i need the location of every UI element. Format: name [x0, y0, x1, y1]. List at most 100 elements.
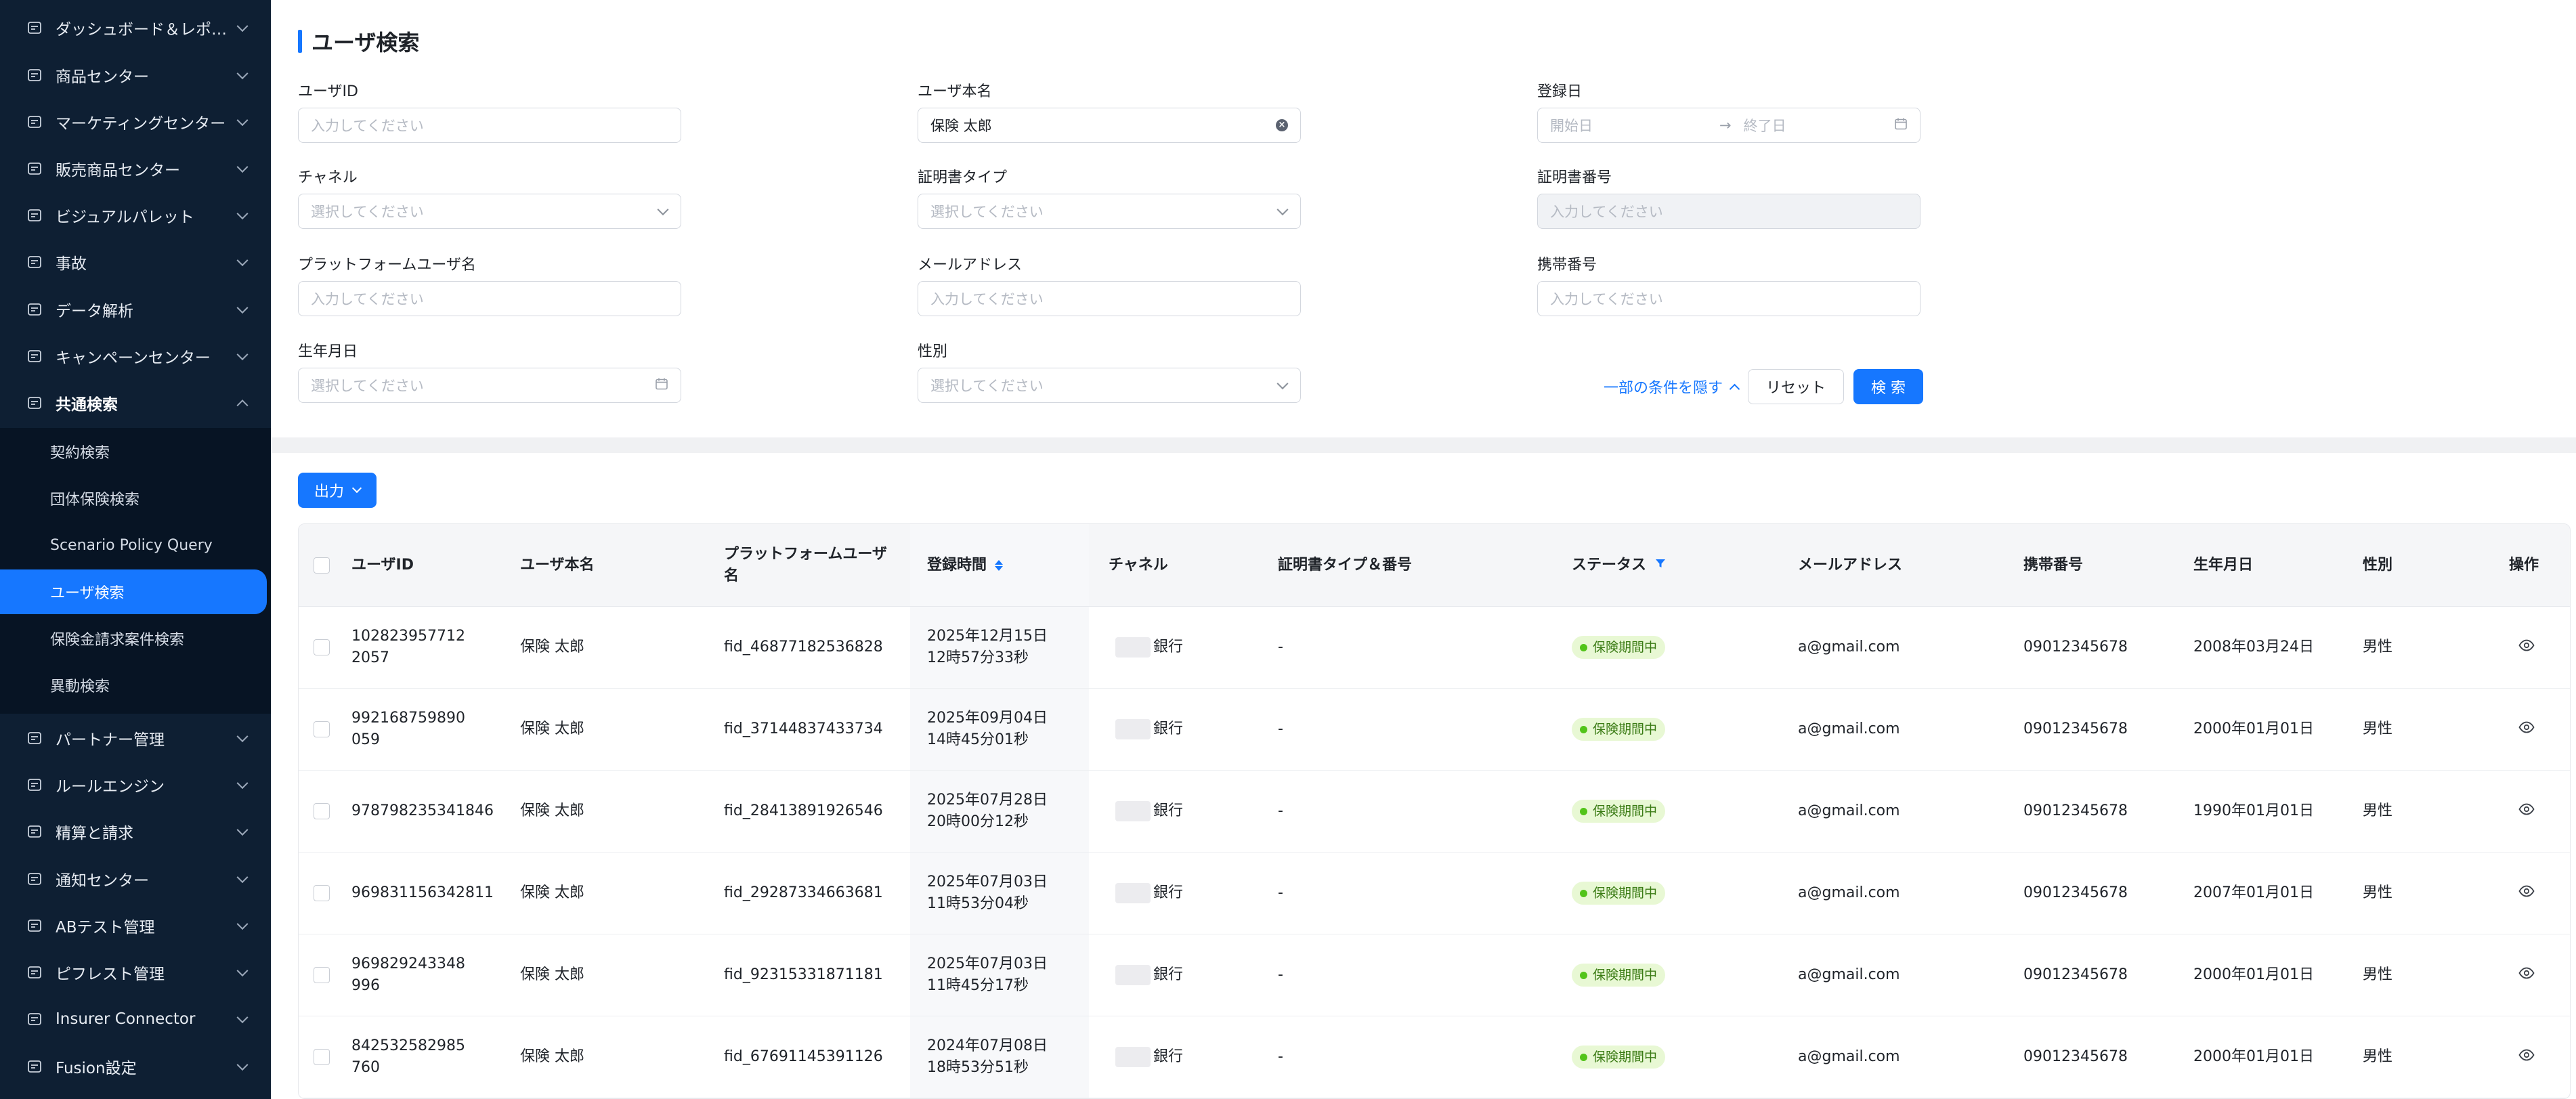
- cell-birthday: 2007年01月01日: [2193, 884, 2314, 901]
- birthday-date-picker[interactable]: 選択してください: [298, 368, 681, 403]
- gender-select[interactable]: 選択してください: [918, 368, 1301, 403]
- eye-icon[interactable]: [2518, 718, 2535, 740]
- sidebar-item-13[interactable]: ABテスト管理: [0, 902, 271, 949]
- row-checkbox[interactable]: [314, 721, 330, 737]
- sidebar-item-label: 精算と請求: [56, 824, 133, 842]
- eye-icon[interactable]: [2518, 964, 2535, 986]
- sidebar-item-11[interactable]: 精算と請求: [0, 808, 271, 855]
- sidebar-item-3[interactable]: 販売商品センター: [0, 145, 271, 192]
- analytics-icon: [26, 301, 43, 318]
- sidebar-item-label: キャンペーンセンター: [56, 349, 211, 367]
- sidebar-item-7[interactable]: キャンペーンセンター: [0, 332, 271, 379]
- sidebar-item-15[interactable]: Insurer Connector: [0, 995, 271, 1042]
- sales-product-icon: [26, 160, 43, 177]
- sidebar-item-16[interactable]: Fusion設定: [0, 1043, 271, 1090]
- results-panel: 出力 ユーザID ユーザ本名 プラットフォームユーザ名 登録時間 チャネル 証明…: [271, 453, 2576, 1099]
- th-birthday: 生年月日: [2193, 556, 2254, 574]
- th-email: メールアドレス: [1798, 556, 1903, 574]
- sidebar-item-0[interactable]: ダッシュボード＆レポ…: [0, 4, 271, 51]
- calendar-icon: [655, 377, 668, 394]
- search-button[interactable]: 検 索: [1853, 369, 1924, 404]
- row-checkbox[interactable]: [314, 1049, 330, 1065]
- connector-icon: [26, 1010, 43, 1028]
- field-user-name: ユーザ本名 保険 太郎 ×: [918, 82, 1301, 143]
- cert-no-input[interactable]: 入力してください: [1537, 194, 1920, 229]
- cell-user-id: 978798235341846: [351, 802, 494, 819]
- phone-input[interactable]: 入力してください: [1537, 281, 1920, 316]
- select-all-checkbox[interactable]: [314, 557, 330, 574]
- search-actions: 一部の条件を隠す リセット 検 索: [1604, 368, 1924, 406]
- cell-user-id: 1028239577122057: [351, 628, 465, 666]
- row-checkbox[interactable]: [314, 803, 330, 819]
- sidebar-item-label: ビジュアルパレット: [56, 208, 194, 226]
- eye-icon[interactable]: [2518, 800, 2535, 822]
- submenu-item-1[interactable]: 団体保険検索: [0, 476, 271, 521]
- cell-channel: 銀行: [1153, 802, 1184, 819]
- sidebar-item-14[interactable]: ピフレスト管理: [0, 949, 271, 995]
- submenu-item-2[interactable]: Scenario Policy Query: [0, 523, 271, 567]
- sidebar-item-1[interactable]: 商品センター: [0, 51, 271, 98]
- reset-button[interactable]: リセット: [1748, 369, 1845, 404]
- eye-icon[interactable]: [2518, 882, 2535, 904]
- submenu-item-5[interactable]: 異動検索: [0, 663, 271, 708]
- eye-icon[interactable]: [2518, 637, 2535, 658]
- sidebar-item-10[interactable]: ルールエンジン: [0, 761, 271, 808]
- eye-icon[interactable]: [2518, 1046, 2535, 1068]
- submenu-item-0[interactable]: 契約検索: [0, 429, 271, 474]
- search-doc-icon: [26, 394, 43, 412]
- sidebar-item-2[interactable]: マーケティングセンター: [0, 98, 271, 145]
- user-id-input[interactable]: 入力してください: [298, 108, 681, 143]
- cell-birthday: 2000年01月01日: [2193, 966, 2314, 983]
- row-checkbox[interactable]: [314, 885, 330, 901]
- cell-email: a@gmail.com: [1798, 1048, 1900, 1065]
- sidebar: ダッシュボード＆レポ… 商品センター マーケティングセンター 販売商品センタービジュア…: [0, 0, 271, 1099]
- cell-gender: 男性: [2363, 966, 2393, 983]
- toggle-conditions-link[interactable]: 一部の条件を隠す: [1604, 376, 1740, 397]
- status-dot: [1580, 971, 1587, 979]
- chevron-up-icon: [236, 399, 249, 411]
- sidebar-item-label: 共通検索: [56, 395, 118, 414]
- cert-type-select[interactable]: 選択してください: [918, 194, 1301, 229]
- reg-date-range-picker[interactable]: 開始日 → 終了日: [1537, 108, 1920, 143]
- status-badge: 保険期間中: [1572, 718, 1666, 741]
- sidebar-item-8[interactable]: 共通検索: [0, 379, 271, 426]
- sidebar-item-12[interactable]: 通知センター: [0, 855, 271, 902]
- cell-email: a@gmail.com: [1798, 639, 1900, 655]
- cell-cert: -: [1278, 720, 1283, 737]
- th-reg-time[interactable]: 登録時間: [927, 524, 1004, 606]
- filter-icon[interactable]: [1654, 555, 1667, 576]
- table-row: 969831156342811 保険 太郎 fid_29287334663681 20…: [299, 853, 2570, 934]
- clear-icon[interactable]: ×: [1276, 119, 1288, 131]
- sidebar-item-6[interactable]: データ解析: [0, 286, 271, 332]
- field-channel: チャネル 選択してください: [298, 168, 681, 229]
- sort-icon[interactable]: [995, 559, 1004, 571]
- masked-text: [1115, 801, 1151, 821]
- submenu-item-3[interactable]: ユーザ検索: [0, 569, 267, 614]
- user-name-input[interactable]: 保険 太郎 ×: [918, 108, 1301, 143]
- chevron-down-icon: [236, 67, 249, 79]
- cell-cert: -: [1278, 884, 1283, 901]
- submenu-item-4[interactable]: 保険金請求案件検索: [0, 616, 271, 661]
- field-gender: 性別 選択してください: [918, 342, 1301, 403]
- sidebar-item-9[interactable]: パートナー管理: [0, 714, 271, 761]
- cell-gender: 男性: [2363, 639, 2393, 655]
- chevron-down-icon: [236, 160, 249, 173]
- row-checkbox[interactable]: [314, 639, 330, 655]
- email-input[interactable]: 入力してください: [918, 281, 1301, 316]
- export-button[interactable]: 出力: [298, 473, 377, 508]
- channel-select[interactable]: 選択してください: [298, 194, 681, 229]
- row-checkbox[interactable]: [314, 967, 330, 983]
- cell-cert: -: [1278, 966, 1283, 983]
- table-row: 978798235341846 保険 太郎 fid_28413891926546 20…: [299, 771, 2570, 853]
- sidebar-item-5[interactable]: 事故: [0, 238, 271, 285]
- cell-platform-user: fid_29287334663681: [724, 884, 883, 901]
- platform-user-input[interactable]: 入力してください: [298, 281, 681, 316]
- partner-icon: [26, 729, 43, 747]
- sidebar-item-4[interactable]: ビジュアルパレット: [0, 192, 271, 238]
- cell-platform-user: fid_28413891926546: [724, 802, 883, 819]
- cell-email: a@gmail.com: [1798, 802, 1900, 819]
- status-dot: [1580, 643, 1587, 651]
- campaign-icon: [26, 347, 43, 365]
- main-content: ユーザ検索 ユーザID 入力してください ユーザ本名 保険 太郎 × 登録日 開…: [271, 0, 2576, 1099]
- table-row: 992168759890059 保険 太郎 fid_37144837433734 20…: [299, 689, 2570, 771]
